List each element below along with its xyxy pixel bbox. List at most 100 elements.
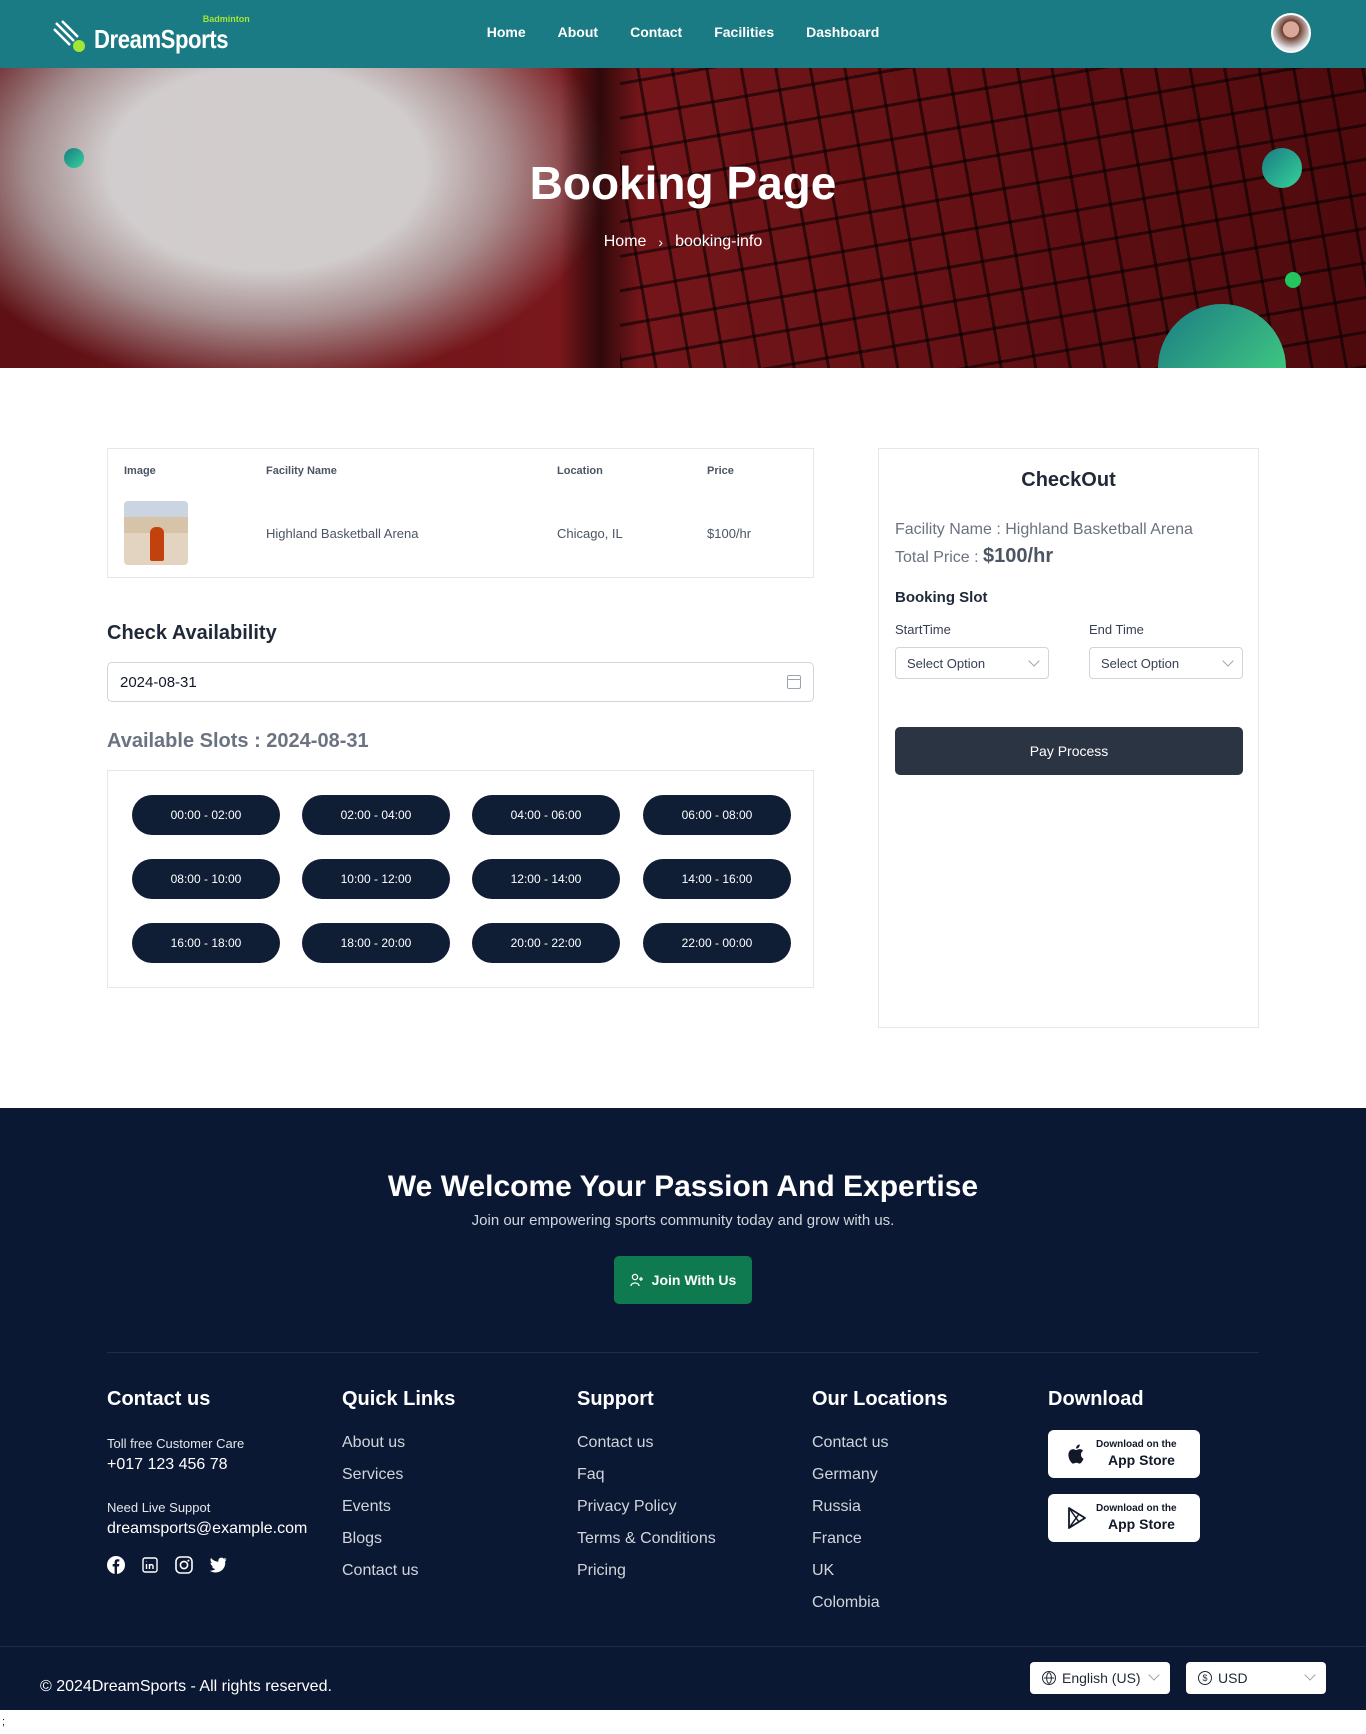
quick-link-about[interactable]: About us [342, 1434, 405, 1452]
location-link-contact[interactable]: Contact us [812, 1434, 888, 1452]
booking-slot-label: Booking Slot [895, 589, 988, 606]
language-select[interactable]: English (US) [1030, 1662, 1170, 1694]
globe-icon [1042, 1671, 1056, 1685]
quick-link-blogs[interactable]: Blogs [342, 1530, 382, 1548]
pay-process-button[interactable]: Pay Process [895, 727, 1243, 775]
support-link-pricing[interactable]: Pricing [577, 1562, 626, 1580]
slot-button[interactable]: 16:00 - 18:00 [132, 923, 280, 963]
quick-link-events[interactable]: Events [342, 1498, 391, 1516]
twitter-icon[interactable] [209, 1556, 227, 1574]
support-heading: Support [577, 1388, 654, 1410]
location-link-france[interactable]: France [812, 1530, 862, 1548]
slot-button[interactable]: 04:00 - 06:00 [472, 795, 620, 835]
facility-table: Image Facility Name Location Price Highl… [107, 448, 814, 578]
google-play-big-text: App Store [1108, 1516, 1175, 1532]
available-slots-heading: Available Slots : 2024-08-31 [107, 730, 369, 752]
app-store-big-text: App Store [1108, 1452, 1175, 1468]
nav-contact[interactable]: Contact [630, 24, 682, 40]
support-link-terms[interactable]: Terms & Conditions [577, 1530, 716, 1548]
hero-overlay [0, 68, 1366, 368]
facebook-icon[interactable] [107, 1556, 125, 1574]
logo-subtitle: Badminton [202, 14, 250, 24]
currency-value: USD [1218, 1670, 1248, 1686]
app-store-small-text: Download on the [1096, 1439, 1177, 1450]
location-link-russia[interactable]: Russia [812, 1498, 861, 1516]
end-time-value: Select Option [1101, 655, 1180, 671]
language-value: English (US) [1062, 1670, 1141, 1686]
date-input[interactable]: 2024-08-31 [107, 662, 814, 702]
chevron-down-icon [1222, 655, 1234, 667]
checkout-facility-name: Facility Name : Highland Basketball Aren… [895, 521, 1193, 538]
end-time-label: End Time [1089, 622, 1144, 637]
facility-image [124, 501, 188, 565]
slot-button[interactable]: 20:00 - 22:00 [472, 923, 620, 963]
table-header-price: Price [707, 465, 734, 477]
start-time-label: StartTime [895, 622, 951, 637]
currency-select[interactable]: $ USD [1186, 1662, 1326, 1694]
slot-button[interactable]: 18:00 - 20:00 [302, 923, 450, 963]
contact-us-heading: Contact us [107, 1388, 211, 1410]
checkout-total-label: Total Price : [895, 549, 979, 566]
date-input-value: 2024-08-31 [120, 673, 197, 691]
locations-heading: Our Locations [812, 1388, 948, 1410]
footer-heading: We Welcome Your Passion And Expertise [387, 1170, 979, 1203]
slot-button[interactable]: 22:00 - 00:00 [643, 923, 791, 963]
slot-button[interactable]: 00:00 - 02:00 [132, 795, 280, 835]
instagram-icon[interactable] [175, 1556, 193, 1574]
slot-button[interactable]: 02:00 - 04:00 [302, 795, 450, 835]
chevron-right-icon: › [658, 234, 664, 250]
slot-button[interactable]: 14:00 - 16:00 [643, 859, 791, 899]
email-address[interactable]: dreamsports@example.com [107, 1520, 307, 1538]
slot-button[interactable]: 06:00 - 08:00 [643, 795, 791, 835]
footer-subheading: Join our empowering sports community tod… [471, 1212, 895, 1229]
nav-home[interactable]: Home [487, 24, 526, 40]
main-nav: Home About Contact Facilities Dashboard [0, 24, 1366, 40]
location-link-colombia[interactable]: Colombia [812, 1594, 880, 1612]
app-store-button[interactable]: Download on the App Store [1048, 1430, 1200, 1478]
hero-banner: Booking Page Home › booking-info [0, 68, 1366, 368]
quick-link-contact[interactable]: Contact us [342, 1562, 418, 1580]
breadcrumb-current: booking-info [675, 233, 763, 250]
start-time-select[interactable]: Select Option [895, 647, 1049, 679]
chevron-down-icon [1028, 655, 1040, 667]
user-avatar[interactable] [1271, 13, 1311, 53]
support-link-contact[interactable]: Contact us [577, 1434, 653, 1452]
location-link-uk[interactable]: UK [812, 1562, 834, 1580]
google-play-button[interactable]: Download on the App Store [1048, 1494, 1200, 1542]
slots-container: 00:00 - 02:00 02:00 - 04:00 04:00 - 06:0… [107, 770, 814, 988]
quick-links-heading: Quick Links [342, 1388, 456, 1410]
location-link-germany[interactable]: Germany [812, 1466, 878, 1484]
table-header-facility-name: Facility Name [266, 465, 337, 477]
support-link-faq[interactable]: Faq [577, 1466, 605, 1484]
phone-number[interactable]: +017 123 456 78 [107, 1456, 228, 1474]
checkout-title: CheckOut [1021, 469, 1116, 491]
join-with-us-button[interactable]: Join With Us [614, 1256, 752, 1304]
linkedin-icon[interactable] [141, 1556, 159, 1574]
facility-location-cell: Chicago, IL [557, 526, 623, 541]
site-footer: We Welcome Your Passion And Expertise Jo… [0, 1108, 1366, 1710]
chevron-down-icon [1148, 1669, 1160, 1681]
breadcrumb-home[interactable]: Home [604, 233, 647, 251]
google-play-small-text: Download on the [1096, 1503, 1177, 1514]
decor-circle [1285, 272, 1301, 288]
start-time-value: Select Option [907, 655, 986, 671]
quick-link-services[interactable]: Services [342, 1466, 403, 1484]
end-time-select[interactable]: Select Option [1089, 647, 1243, 679]
table-header-image: Image [124, 465, 156, 477]
page-title: Booking Page [529, 157, 837, 209]
nav-about[interactable]: About [558, 24, 598, 40]
slot-button[interactable]: 08:00 - 10:00 [132, 859, 280, 899]
nav-facilities[interactable]: Facilities [714, 24, 774, 40]
site-header: Badminton DreamSports Home About Contact… [0, 0, 1366, 68]
nav-dashboard[interactable]: Dashboard [806, 24, 879, 40]
slot-button[interactable]: 12:00 - 14:00 [472, 859, 620, 899]
slot-button[interactable]: 10:00 - 12:00 [302, 859, 450, 899]
live-support-label: Need Live Suppot [107, 1500, 211, 1515]
support-link-privacy[interactable]: Privacy Policy [577, 1498, 677, 1516]
checkout-panel: CheckOut Facility Name : Highland Basket… [878, 448, 1259, 1028]
chevron-down-icon [1304, 1669, 1316, 1681]
calendar-icon[interactable] [787, 675, 801, 689]
table-header-location: Location [557, 465, 603, 477]
footer-divider [107, 1352, 1259, 1353]
customer-care-label: Toll free Customer Care [107, 1436, 245, 1451]
